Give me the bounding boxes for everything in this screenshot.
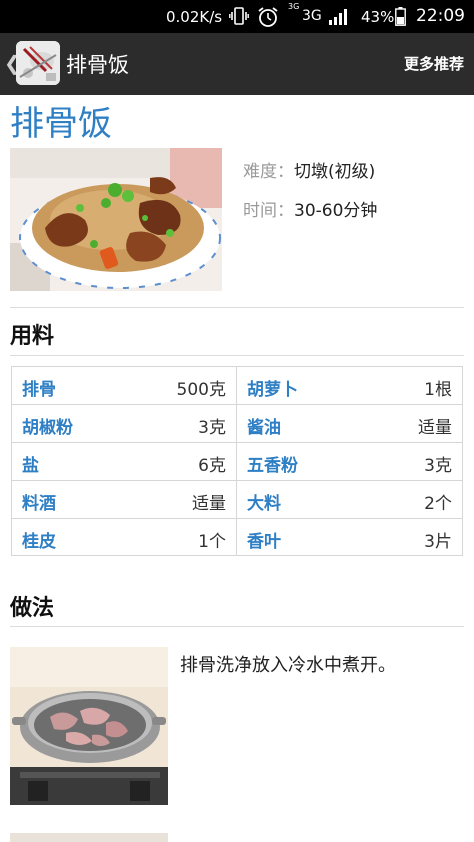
difficulty-row: 难度：切墩(初级) — [243, 157, 375, 182]
clock: 22:09 — [416, 6, 465, 26]
time-row: 时间：30-60分钟 — [243, 196, 377, 221]
ingredient-cell[interactable]: 香叶 3片 — [237, 519, 462, 556]
alarm-icon — [258, 7, 278, 27]
ingredient-cell[interactable]: 胡椒粉 3克 — [12, 405, 237, 442]
ingredient-name: 桂皮 — [22, 532, 56, 552]
status-bar: 0.02K/s 3G 3G 43% 22:09 — [0, 0, 474, 33]
step-photo — [10, 833, 168, 842]
battery-percent: 43% — [361, 8, 395, 26]
difficulty-label: 难度： — [243, 162, 294, 182]
action-bar-title: 排骨饭 — [66, 53, 129, 77]
ingredient-quantity: 2个 — [424, 494, 452, 514]
table-row: 料酒 适量 大料 2个 — [12, 481, 462, 519]
step-photo — [10, 647, 168, 805]
steps-heading: 做法 — [10, 596, 55, 621]
ingredient-quantity: 3克 — [198, 418, 226, 438]
table-row: 盐 6克 五香粉 3克 — [12, 443, 462, 481]
app-logo[interactable] — [16, 41, 60, 85]
ingredient-name: 排骨 — [22, 380, 56, 400]
difficulty-value: 切墩(初级) — [294, 162, 376, 182]
ingredients-table: 排骨 500克 胡萝卜 1根 胡椒粉 3克 酱油 适量 盐 6克 五香粉 3克 … — [11, 366, 463, 556]
pot-of-ribs-photo — [10, 647, 168, 805]
network-type: 3G — [302, 8, 322, 24]
vibrate-icon — [229, 7, 249, 25]
ingredient-cell[interactable]: 酱油 适量 — [237, 405, 462, 442]
action-bar: ❮ 排骨饭 更多推荐 — [0, 33, 474, 95]
signal-icon — [329, 9, 347, 25]
ingredient-name: 五香粉 — [247, 456, 298, 476]
ingredients-heading: 用料 — [10, 324, 55, 349]
ingredient-name: 胡萝卜 — [247, 380, 298, 400]
ingredient-cell[interactable]: 五香粉 3克 — [237, 443, 462, 480]
net-speed: 0.02K/s — [166, 8, 223, 26]
ingredient-name: 胡椒粉 — [22, 418, 73, 438]
step-text: 排骨洗净放入冷水中煮开。 — [180, 655, 396, 676]
recipe-title: 排骨饭 — [10, 104, 112, 144]
utensils-logo-icon — [16, 41, 60, 85]
ingredient-quantity: 适量 — [418, 418, 452, 438]
ingredient-cell[interactable]: 盐 6克 — [12, 443, 237, 480]
ingredient-quantity: 1个 — [198, 532, 226, 552]
ingredient-quantity: 1根 — [424, 380, 452, 400]
recipe-photo — [10, 148, 222, 291]
more-recommendations-button[interactable]: 更多推荐 — [404, 53, 464, 74]
ingredient-quantity: 6克 — [198, 456, 226, 476]
ingredient-quantity: 3克 — [424, 456, 452, 476]
ingredient-cell[interactable]: 桂皮 1个 — [12, 519, 237, 556]
rib-rice-photo — [10, 148, 222, 291]
ingredient-name: 料酒 — [22, 494, 56, 514]
ingredient-name: 盐 — [22, 456, 39, 476]
ingredient-cell[interactable]: 料酒 适量 — [12, 481, 237, 518]
divider — [10, 355, 464, 356]
ingredient-cell[interactable]: 排骨 500克 — [12, 367, 237, 404]
table-row: 胡椒粉 3克 酱油 适量 — [12, 405, 462, 443]
network-type-small: 3G — [288, 2, 300, 11]
time-value: 30-60分钟 — [294, 201, 378, 221]
time-label: 时间： — [243, 201, 294, 221]
divider — [10, 626, 464, 627]
battery-icon — [395, 7, 406, 26]
table-row: 排骨 500克 胡萝卜 1根 — [12, 367, 462, 405]
ingredient-cell[interactable]: 大料 2个 — [237, 481, 462, 518]
ingredient-quantity: 500克 — [176, 380, 226, 400]
ingredient-name: 大料 — [247, 494, 281, 514]
ingredient-name: 酱油 — [247, 418, 281, 438]
table-row: 桂皮 1个 香叶 3片 — [12, 519, 462, 557]
ingredient-cell[interactable]: 胡萝卜 1根 — [237, 367, 462, 404]
ingredient-name: 香叶 — [247, 532, 281, 552]
ingredient-quantity: 适量 — [192, 494, 226, 514]
ingredient-quantity: 3片 — [424, 532, 452, 552]
divider — [10, 307, 464, 308]
